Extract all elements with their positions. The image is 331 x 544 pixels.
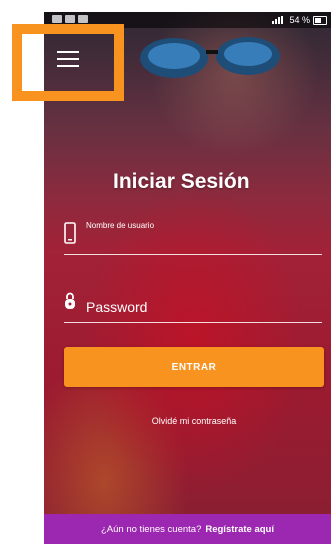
app-screen: 54 % Iniciar Sesión	[44, 12, 331, 544]
page-title: Iniciar Sesión	[113, 170, 250, 193]
password-field	[64, 286, 322, 323]
menu-button[interactable]	[51, 42, 85, 76]
signal-icon	[272, 16, 284, 24]
background-photo	[44, 12, 331, 544]
hamburger-menu-icon	[57, 51, 79, 67]
register-link[interactable]: Regístrate aquí	[205, 524, 274, 535]
status-bar: 54 %	[44, 12, 331, 28]
phone-icon	[64, 222, 76, 244]
signup-bar: ¿Aún no tienes cuenta? Regístrate aquí	[44, 514, 331, 544]
notification-icons	[52, 15, 88, 23]
signup-prompt: ¿Aún no tienes cuenta?	[101, 523, 202, 535]
enter-button[interactable]: ENTRAR	[64, 347, 324, 387]
battery-icon	[313, 15, 327, 25]
username-field	[64, 212, 322, 255]
battery-text: 54 %	[289, 15, 310, 25]
status-indicators: 54 %	[272, 15, 327, 25]
lock-icon	[65, 292, 75, 309]
password-input[interactable]	[86, 298, 322, 316]
username-input[interactable]	[86, 218, 322, 232]
forgot-password-link[interactable]: Olvidé mi contraseña	[64, 416, 324, 426]
sunglasses-graphic	[140, 37, 280, 78]
